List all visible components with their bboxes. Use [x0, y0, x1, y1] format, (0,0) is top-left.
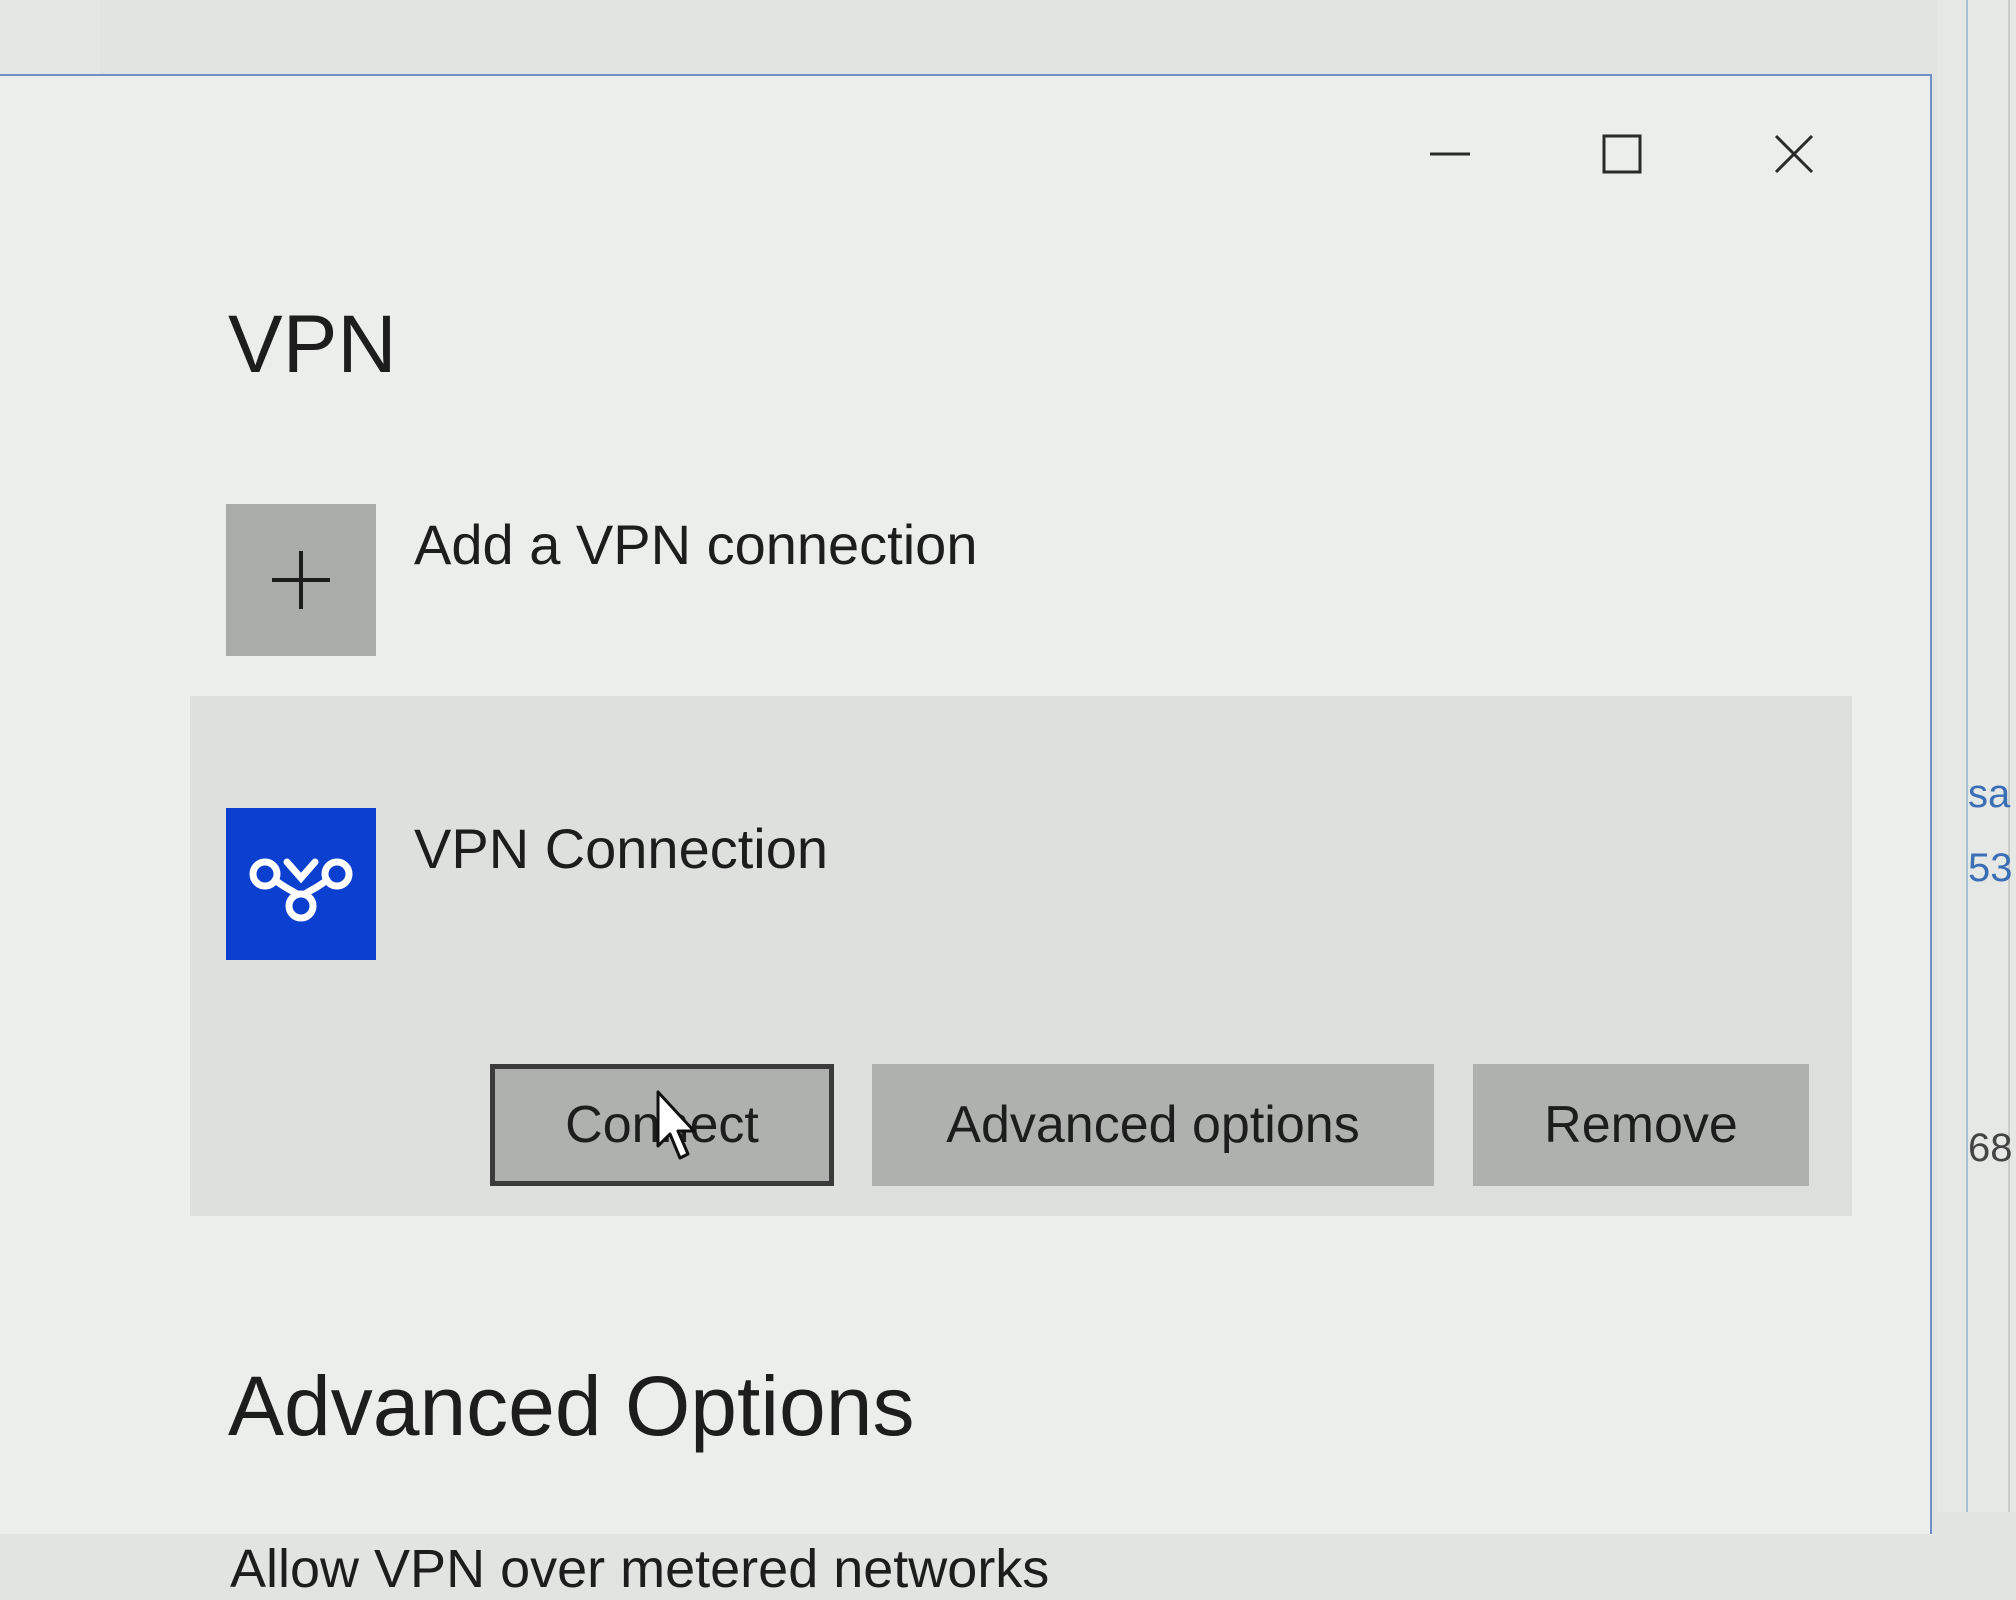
- background-divider: [1966, 0, 1968, 1512]
- metered-networks-label: Allow VPN over metered networks: [230, 1539, 1050, 1599]
- background-text: 68: [1968, 1126, 2013, 1170]
- add-vpn-connection-button[interactable]: Add a VPN connection: [226, 504, 977, 656]
- maximize-button[interactable]: [1536, 114, 1708, 194]
- vpn-connection-name: VPN Connection: [414, 817, 829, 880]
- close-icon: [1774, 134, 1814, 174]
- remove-button[interactable]: Remove: [1473, 1064, 1809, 1186]
- background-text: 53: [1968, 846, 2013, 890]
- window-controls: [1364, 114, 1880, 194]
- vpn-connection-tile: [226, 808, 376, 960]
- add-vpn-connection-label: Add a VPN connection: [414, 513, 978, 576]
- maximize-icon: [1602, 134, 1642, 174]
- background-window: sa 53 68: [1938, 0, 2016, 1512]
- minimize-button[interactable]: [1364, 114, 1536, 194]
- vpn-settings-window: VPN Add a VPN connection VPN Connection …: [0, 74, 1932, 1599]
- close-button[interactable]: [1708, 114, 1880, 194]
- add-tile: [226, 504, 376, 656]
- page-title: VPN: [228, 299, 397, 390]
- connect-button[interactable]: Connect: [490, 1064, 834, 1186]
- minimize-icon: [1430, 152, 1470, 156]
- background-text: sa: [1968, 772, 2011, 816]
- vpn-connection-icon: [249, 858, 353, 922]
- advanced-options-heading: Advanced Options: [228, 1359, 915, 1453]
- vpn-connection-item[interactable]: VPN Connection Connect Advanced options …: [190, 696, 1852, 1216]
- background-divider: [2008, 0, 2010, 1512]
- plus-icon: [272, 551, 330, 609]
- advanced-options-button[interactable]: Advanced options: [872, 1064, 1434, 1186]
- vpn-connection-header[interactable]: VPN Connection: [226, 808, 828, 960]
